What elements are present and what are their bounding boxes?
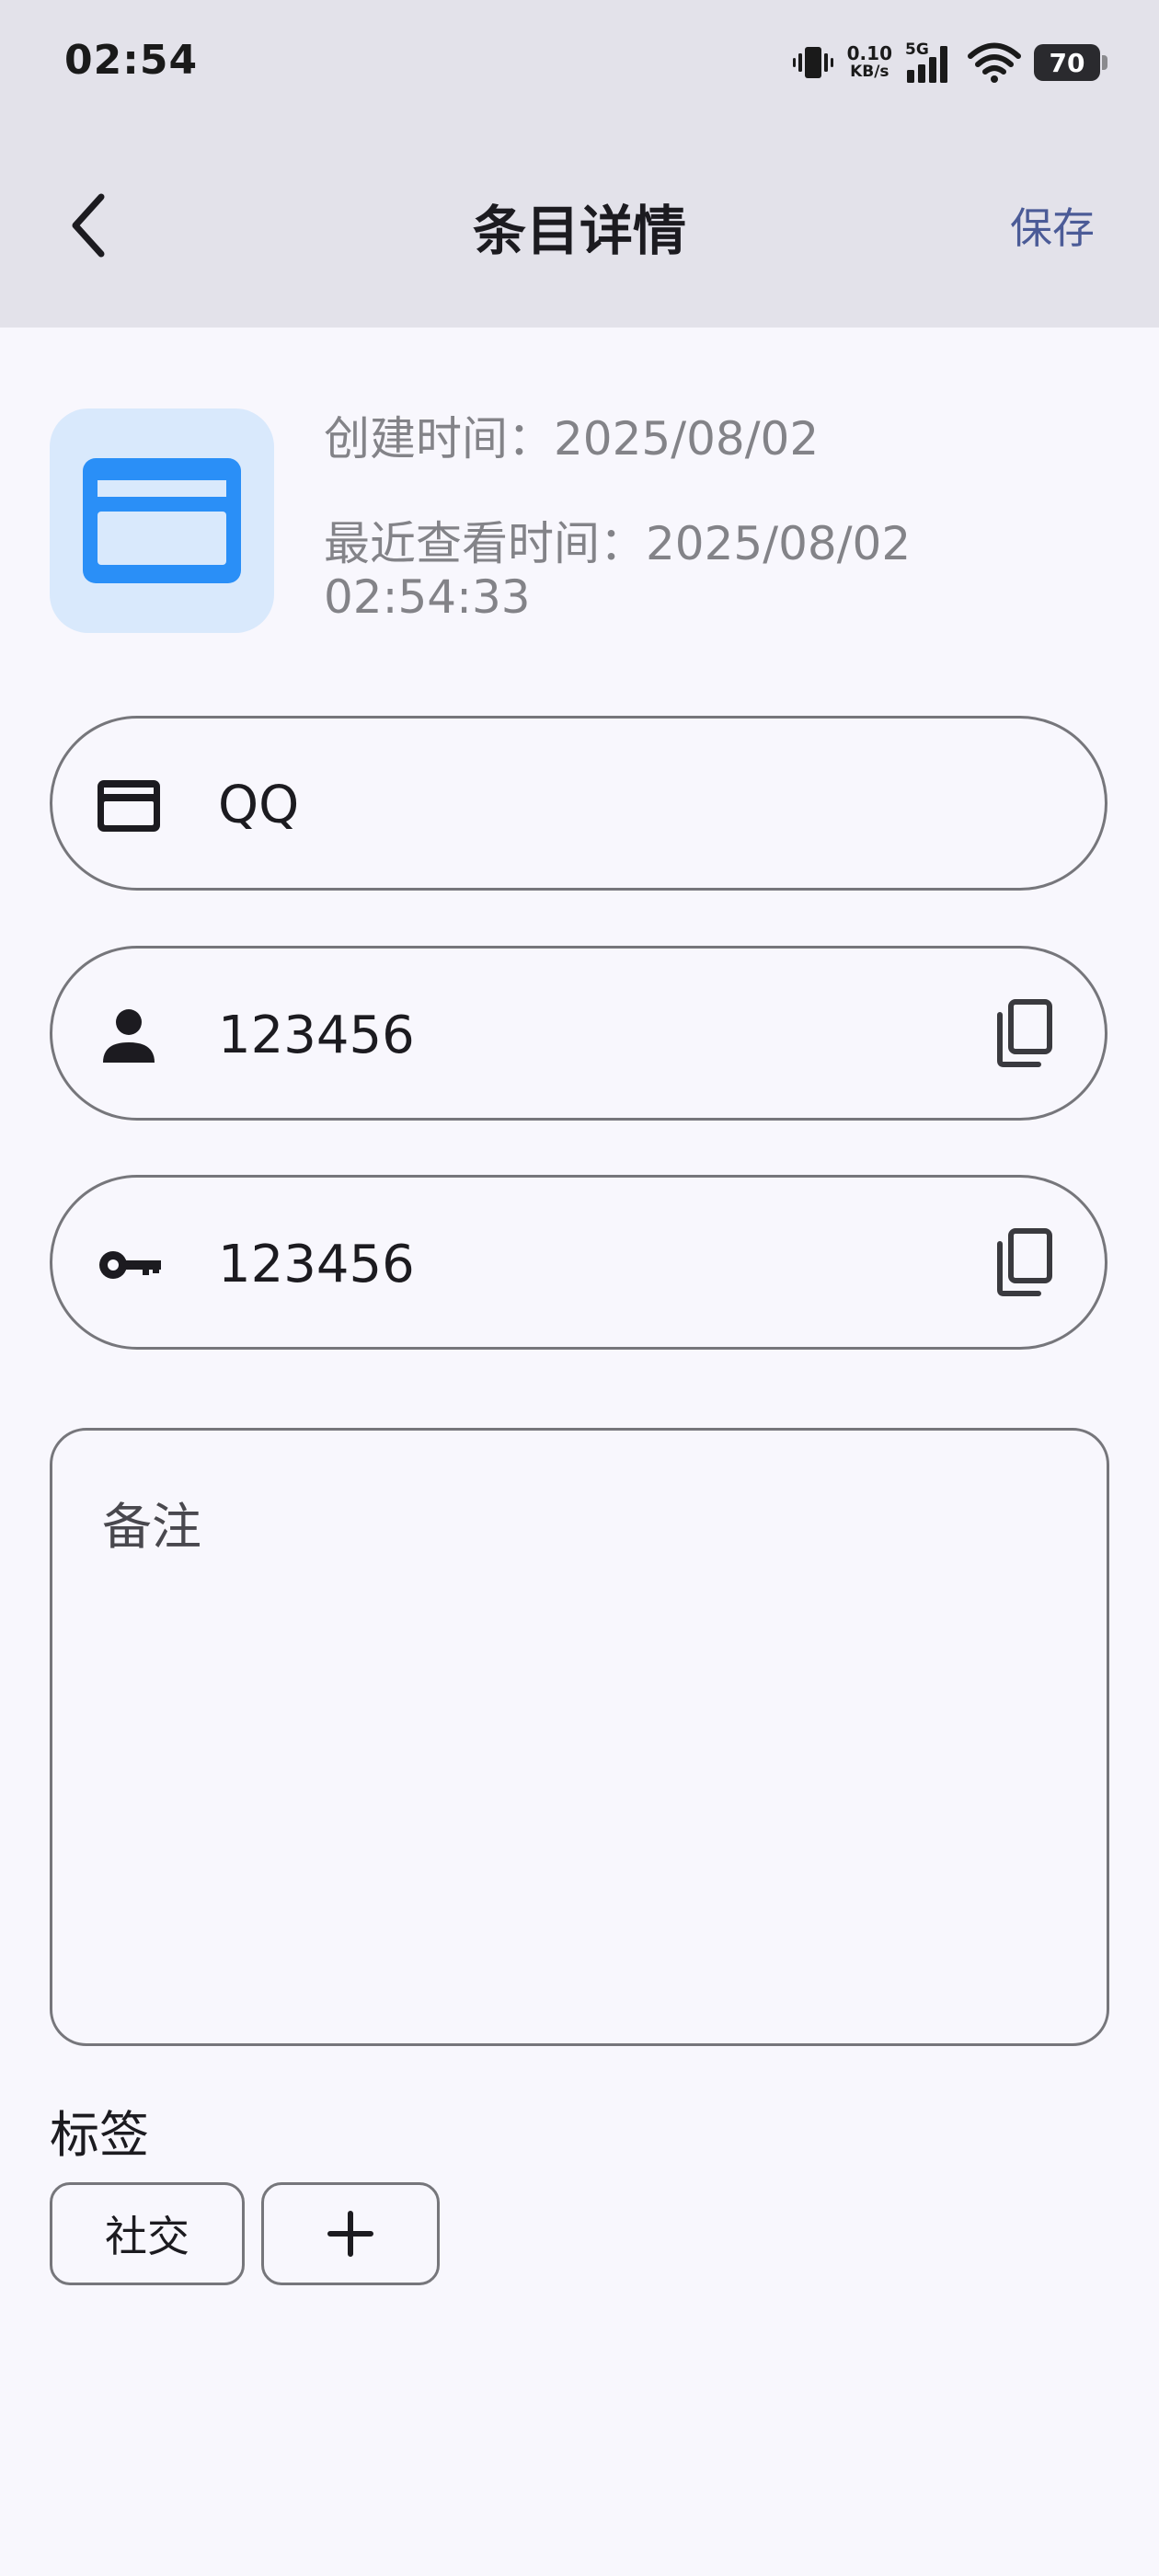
plus-icon: [327, 2211, 373, 2257]
wifi-icon: [968, 42, 1021, 83]
key-icon: [99, 1251, 161, 1279]
network-speed-unit: KB/s: [850, 63, 889, 81]
password-field[interactable]: 123456: [50, 1175, 1107, 1350]
copy-icon: [997, 999, 1052, 1067]
notes-placeholder: 备注: [102, 1498, 201, 1556]
app-bar: 02:54 0.10 KB/s 5G 70 条目详情 保存: [0, 0, 1159, 328]
network-speed: 0.10 KB/s: [847, 44, 892, 81]
status-icons: 0.10 KB/s 5G 70: [792, 37, 1107, 88]
username-value[interactable]: 123456: [218, 1006, 415, 1065]
tag-chip[interactable]: 社交: [50, 2182, 245, 2285]
signal-indicator: 5G: [905, 40, 955, 85]
signal-icon: [907, 46, 947, 83]
entry-type-icon[interactable]: [50, 408, 274, 633]
status-time: 02:54: [64, 37, 199, 84]
add-tag-button[interactable]: [261, 2182, 440, 2285]
network-speed-value: 0.10: [846, 42, 892, 64]
tags-label: 标签: [50, 2106, 149, 2164]
title-value[interactable]: QQ: [218, 776, 299, 835]
credit-card-icon: [83, 458, 241, 583]
battery-icon: 70: [1034, 44, 1107, 81]
last-viewed-time: 最近查看时间：2025/08/02 02:54:33: [324, 517, 912, 624]
credit-card-icon: [98, 780, 160, 832]
person-icon: [103, 1009, 155, 1063]
page-title: 条目详情: [472, 200, 686, 262]
title-field[interactable]: QQ: [50, 716, 1107, 891]
copy-username-button[interactable]: [989, 996, 1062, 1070]
vibrate-icon: [792, 47, 833, 78]
username-field[interactable]: 123456: [50, 946, 1107, 1121]
notes-input[interactable]: 备注: [50, 1428, 1109, 2046]
copy-icon: [997, 1228, 1052, 1296]
password-value[interactable]: 123456: [218, 1235, 415, 1294]
created-time: 创建时间：2025/08/02: [324, 412, 820, 466]
save-button[interactable]: 保存: [1010, 195, 1095, 256]
copy-password-button[interactable]: [989, 1225, 1062, 1299]
